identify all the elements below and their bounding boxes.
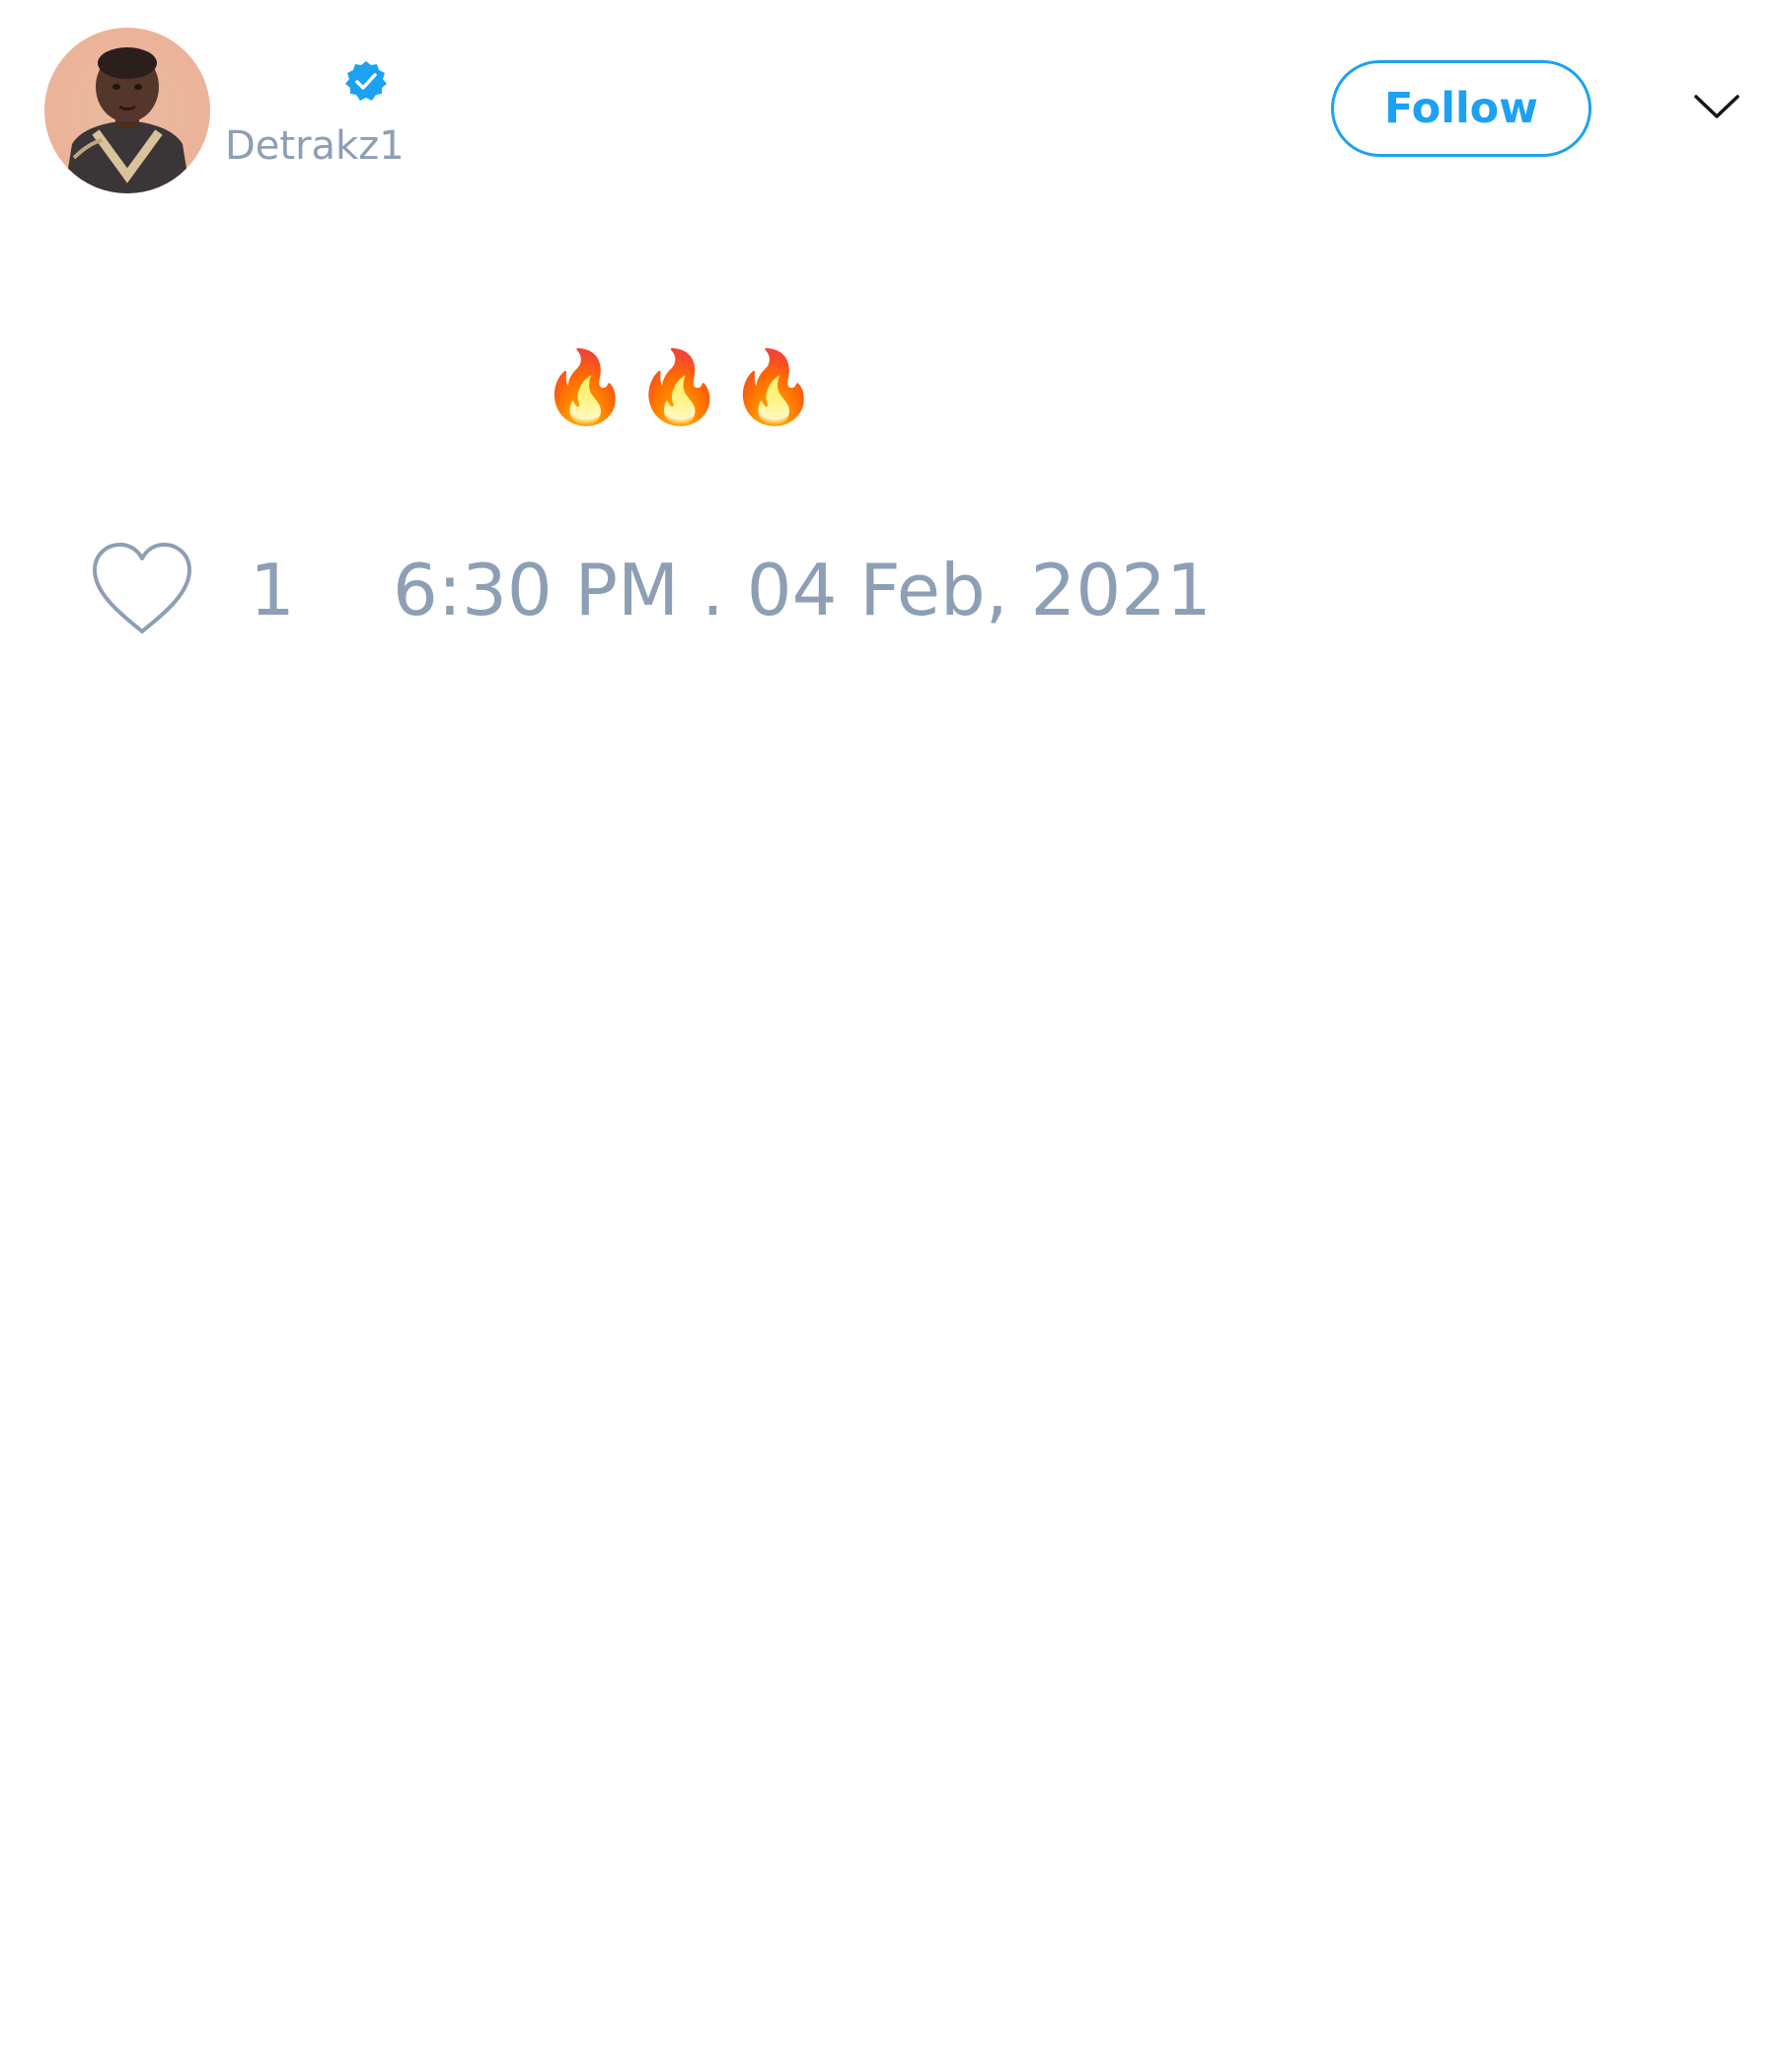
verified-badge-icon bbox=[345, 61, 387, 101]
like-count: 1 bbox=[250, 549, 295, 631]
avatar-photo bbox=[44, 28, 210, 193]
timestamp[interactable]: 6:30 PM . 04 Feb, 2021 bbox=[393, 549, 1212, 631]
follow-button[interactable]: Follow bbox=[1331, 60, 1591, 157]
tweet-card: Detrakz1 Follow 🔥🔥🔥 1 6:30 PM . 04 Feb, … bbox=[0, 0, 1776, 2072]
tweet-text: 🔥🔥🔥 bbox=[541, 345, 824, 428]
user-handle[interactable]: Detrakz1 bbox=[225, 126, 405, 166]
chevron-down-icon[interactable] bbox=[1693, 91, 1740, 122]
avatar[interactable] bbox=[44, 28, 210, 193]
heart-icon[interactable] bbox=[89, 541, 195, 637]
